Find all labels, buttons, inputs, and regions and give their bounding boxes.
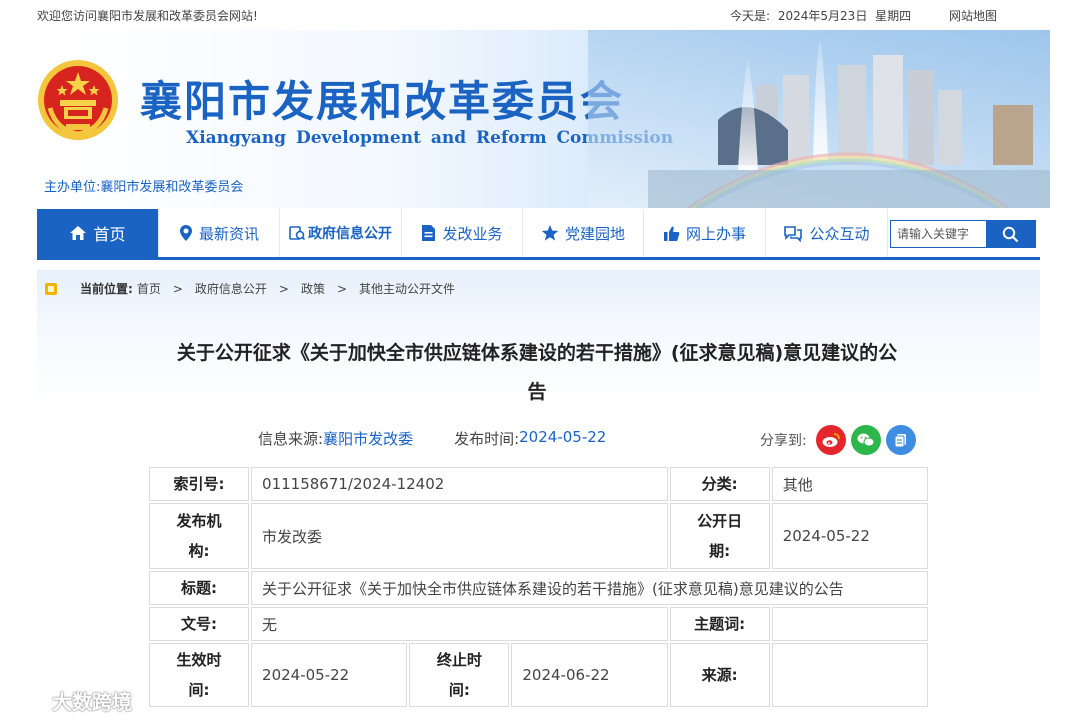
publisher-label: 发布机 构:	[149, 503, 250, 569]
table-row: 标题: 关于公开征求《关于加快全市供应链体系建设的若干措施》(征求意见稿)意见建…	[149, 571, 928, 605]
end-value: 2024-06-22	[511, 643, 668, 707]
share-label: 分享到:	[760, 433, 807, 449]
end-label: 终止时 间:	[409, 643, 510, 707]
location-flag-icon	[45, 282, 57, 295]
nav-item-label: 公众互动	[809, 224, 870, 243]
chat-icon	[784, 225, 803, 242]
origin-value	[771, 643, 928, 707]
nav-item-home[interactable]: 首页	[37, 209, 159, 257]
search-icon	[1002, 226, 1019, 242]
share-bar: 分享到:	[760, 425, 916, 455]
breadcrumb: 当前位置: 首页 > 政府信息公开 > 政策 > 其他主动公开文件	[45, 280, 455, 297]
index-label: 索引号:	[149, 467, 250, 501]
wechat-icon[interactable]	[850, 425, 881, 455]
main-nav: 首页 最新资讯 政府信息公开 发改业务 党建园地 网上办事 公众互动 请输入关键…	[37, 209, 1040, 260]
breadcrumb-item-home[interactable]: 首页	[137, 280, 161, 297]
nav-item-label: 党建园地	[564, 224, 625, 243]
sitemap-link[interactable]: 网站地图	[949, 7, 997, 24]
nav-item-info-open[interactable]: 政府信息公开	[280, 209, 402, 257]
info-table: 索引号: 011158671/2024-12402 分类: 其他 发布机 构: …	[147, 465, 930, 709]
watermark-logo-icon	[8, 691, 47, 710]
location-pin-icon	[179, 225, 192, 241]
origin-label: 来源:	[669, 643, 770, 707]
effective-label: 生效时 间:	[149, 643, 250, 707]
docno-value: 无	[251, 607, 668, 641]
breadcrumb-label: 当前位置:	[80, 282, 133, 296]
search-input[interactable]	[891, 221, 986, 247]
nav-item-label: 首页	[93, 225, 126, 244]
open-date-label: 公开日 期:	[669, 503, 770, 569]
category-value: 其他	[771, 467, 928, 501]
subject-value	[771, 607, 928, 641]
table-row: 文号: 无 主题词:	[149, 607, 928, 641]
nav-item-label: 政府信息公开	[308, 226, 392, 242]
source-value: 襄阳市发改委	[323, 430, 414, 448]
home-icon	[70, 226, 87, 240]
article-title: 关于公开征求《关于加快全市供应链体系建设的若干措施》(征求意见稿)意见建议的公 …	[137, 334, 937, 412]
national-emblem-icon	[38, 60, 118, 140]
breadcrumb-separator: >	[278, 281, 289, 296]
weibo-icon[interactable]	[815, 425, 846, 455]
search-box	[890, 220, 1036, 248]
effective-value: 2024-05-22	[251, 643, 408, 707]
open-date-value: 2024-05-22	[771, 503, 928, 569]
date-value: 2024-05-22	[519, 428, 607, 446]
copy-icon[interactable]	[885, 425, 916, 455]
breadcrumb-separator: >	[172, 281, 183, 296]
article-title-line: 关于公开征求《关于加快全市供应链体系建设的若干措施》(征求意见稿)意见建议的公	[176, 342, 898, 364]
nav-item-online-service[interactable]: 网上办事	[644, 209, 766, 257]
cityscape-image	[588, 30, 1050, 208]
breadcrumb-item-policy[interactable]: 政策	[301, 280, 325, 297]
docno-label: 文号:	[149, 607, 250, 641]
publisher-value: 市发改委	[251, 503, 668, 569]
nav-item-party[interactable]: 党建园地	[523, 209, 644, 257]
category-label: 分类:	[669, 467, 770, 501]
index-value: 011158671/2024-12402	[251, 467, 668, 501]
article-meta: 信息来源: 襄阳市发改委 发布时间: 2024-05-22	[258, 428, 606, 449]
table-row: 发布机 构: 市发改委 公开日 期: 2024-05-22	[149, 503, 928, 569]
nav-item-label: 网上办事	[685, 224, 746, 243]
star-icon	[541, 225, 559, 241]
nav-item-label: 发改业务	[442, 224, 503, 243]
title-value: 关于公开征求《关于加快全市供应链体系建设的若干措施》(征求意见稿)意见建议的公告	[251, 571, 928, 605]
breadcrumb-separator: >	[336, 281, 348, 296]
breadcrumb-item-info-open[interactable]: 政府信息公开	[195, 280, 267, 297]
today-date: 今天是: 2024年5月23日 星期四	[730, 9, 912, 23]
search-button[interactable]	[986, 221, 1035, 247]
breadcrumb-item-other-files[interactable]: 其他主动公开文件	[359, 280, 455, 297]
source-label: 信息来源:	[258, 430, 324, 448]
table-row: 生效时 间: 2024-05-22 终止时 间: 2024-06-22 来源:	[149, 643, 928, 707]
nav-item-interaction[interactable]: 公众互动	[766, 209, 888, 257]
host-organization: 主办单位:襄阳市发展和改革委员会	[44, 180, 244, 195]
nav-item-news[interactable]: 最新资讯	[159, 209, 280, 257]
watermark: 大数跨境	[8, 686, 132, 715]
content-panel: 当前位置: 首页 > 政府信息公开 > 政策 > 其他主动公开文件 关于公开征求…	[37, 270, 1040, 721]
document-icon	[422, 225, 436, 241]
site-title-cn: 襄阳市发展和改革委员会	[140, 77, 625, 126]
header-banner: 襄阳市发展和改革委员会 Xiangyang Development and Re…	[28, 30, 1050, 208]
title-label: 标题:	[149, 571, 250, 605]
welcome-text: 欢迎您访问襄阳市发展和改革委员会网站!	[37, 9, 258, 23]
thumbs-up-icon	[663, 226, 680, 241]
nav-item-label: 最新资讯	[198, 224, 259, 243]
article-title-line: 告	[527, 381, 547, 403]
table-row: 索引号: 011158671/2024-12402 分类: 其他	[149, 467, 928, 501]
subject-label: 主题词:	[669, 607, 770, 641]
top-bar: 欢迎您访问襄阳市发展和改革委员会网站! 今天是: 2024年5月23日 星期四 …	[0, 0, 1080, 28]
date-label: 发布时间:	[454, 430, 520, 448]
info-open-icon	[289, 226, 305, 241]
nav-item-business[interactable]: 发改业务	[402, 209, 523, 257]
